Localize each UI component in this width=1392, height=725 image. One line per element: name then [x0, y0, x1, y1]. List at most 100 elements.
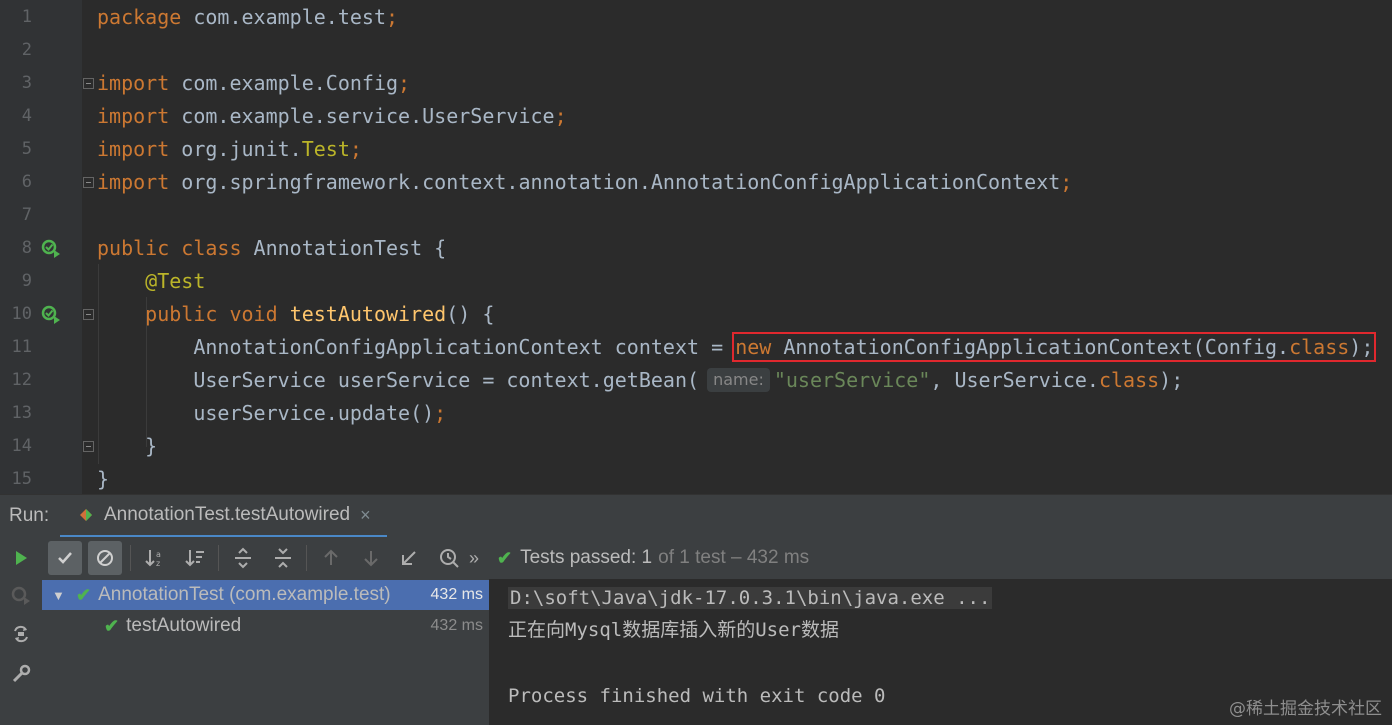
- play-icon: [16, 551, 27, 565]
- fold-toggle-icon[interactable]: [83, 441, 94, 452]
- run-test-gutter-icon[interactable]: [40, 304, 62, 326]
- toggle-auto-test-button[interactable]: [8, 623, 34, 649]
- test-class-icon: [80, 509, 92, 521]
- line-number: 12: [11, 370, 32, 390]
- run-panel-header: Run: AnnotationTest.testAutowired ×: [0, 494, 1392, 538]
- code-text: package com.example.test;: [97, 5, 399, 29]
- sort-by-duration-button[interactable]: [178, 541, 212, 575]
- console-line: 正在向Mysql数据库插入新的User数据: [508, 619, 839, 641]
- code-line-7[interactable]: 7: [0, 199, 1392, 232]
- previous-failed-test-button[interactable]: [314, 541, 348, 575]
- fold-toggle-icon[interactable]: [83, 309, 94, 320]
- code-line-11[interactable]: 11 AnnotationConfigApplicationContext co…: [0, 331, 1392, 364]
- code-line-15[interactable]: 15 }: [0, 463, 1392, 494]
- tree-item-duration: 432 ms: [430, 617, 483, 634]
- more-actions-button[interactable]: »: [462, 541, 486, 575]
- run-tab[interactable]: AnnotationTest.testAutowired ×: [60, 495, 387, 538]
- code-line-13[interactable]: 13 userService.update();: [0, 397, 1392, 430]
- show-passed-button[interactable]: [48, 541, 82, 575]
- code-line-5[interactable]: 5 import org.junit.Test;: [0, 133, 1392, 166]
- line-number: 1: [21, 7, 32, 27]
- code-line-6[interactable]: 6 import org.springframework.context.ann…: [0, 166, 1392, 199]
- line-number: 6: [21, 172, 32, 192]
- sort-alphabetically-button[interactable]: az: [138, 541, 172, 575]
- rerun-failed-icon: [11, 586, 30, 605]
- toolbar-separator: [130, 545, 131, 571]
- auto-test-icon: [14, 625, 28, 643]
- code-line-9[interactable]: 9 @Test: [0, 265, 1392, 298]
- show-ignored-button[interactable]: [88, 541, 122, 575]
- code-line-4[interactable]: 4 import com.example.service.UserService…: [0, 100, 1392, 133]
- close-icon[interactable]: ×: [360, 505, 371, 526]
- more-icon: »: [468, 547, 479, 568]
- watermark: @稀土掘金技术社区: [1229, 699, 1382, 719]
- code-text: public void testAutowired() {: [145, 302, 495, 326]
- code-text: import org.springframework.context.annot…: [97, 170, 1073, 194]
- run-test-gutter-icon[interactable]: [40, 238, 62, 260]
- line-number: 5: [21, 139, 32, 159]
- settings-button[interactable]: [8, 663, 34, 689]
- sort-alpha-icon: az: [145, 550, 161, 568]
- code-line-14[interactable]: 14 }: [0, 430, 1392, 463]
- tree-item-label: AnnotationTest (com.example.test): [98, 584, 391, 605]
- check-icon: ✔: [497, 548, 513, 568]
- tree-item-test-method[interactable]: ✔ testAutowired 432 ms: [42, 611, 489, 641]
- rerun-button[interactable]: [4, 541, 38, 575]
- rerun-failed-button[interactable]: [8, 585, 34, 611]
- run-tab-title: AnnotationTest.testAutowired: [104, 504, 351, 525]
- arrow-up-icon: [324, 549, 338, 565]
- highlight-box: new AnnotationConfigApplicationContext(C…: [732, 332, 1377, 362]
- code-text: import com.example.service.UserService;: [97, 104, 567, 128]
- import-tests-button[interactable]: [392, 541, 426, 575]
- collapse-all-button[interactable]: [266, 541, 300, 575]
- code-line-3[interactable]: 3 import com.example.Config;: [0, 67, 1392, 100]
- expand-all-icon: [235, 547, 251, 569]
- status-main: Tests passed:: [520, 547, 637, 568]
- console-line: Process finished with exit code 0: [508, 685, 886, 707]
- check-icon: [58, 552, 72, 564]
- line-number: 2: [21, 40, 32, 60]
- tree-item-test-class[interactable]: ▼ ✔ AnnotationTest (com.example.test) 43…: [42, 580, 489, 610]
- line-number: 4: [21, 106, 32, 126]
- collapse-all-icon: [275, 548, 291, 568]
- line-number: 10: [11, 304, 32, 324]
- code-text: public class AnnotationTest {: [97, 236, 447, 260]
- svg-text:a: a: [156, 550, 161, 559]
- line-number: 8: [21, 238, 32, 258]
- code-line-2[interactable]: 2: [0, 34, 1392, 67]
- code-text: }: [97, 467, 110, 491]
- test-history-button[interactable]: [432, 541, 466, 575]
- run-label: Run:: [9, 505, 50, 526]
- run-side-toolbar: [0, 579, 42, 725]
- line-number: 9: [21, 271, 32, 291]
- code-editor[interactable]: 1 package com.example.test; 2 3 import c…: [0, 0, 1392, 494]
- fold-toggle-icon[interactable]: [83, 78, 94, 89]
- expand-all-button[interactable]: [226, 541, 260, 575]
- code-line-1[interactable]: 1 package com.example.test;: [0, 1, 1392, 34]
- next-failed-test-button[interactable]: [354, 541, 388, 575]
- code-line-8[interactable]: 8 public class AnnotationTest {: [0, 232, 1392, 265]
- code-line-10[interactable]: 10 public void testAutowired() {: [0, 298, 1392, 331]
- test-results-tree[interactable]: ▼ ✔ AnnotationTest (com.example.test) 43…: [42, 579, 489, 725]
- code-text: userService.update();: [193, 401, 447, 425]
- code-text: @Test: [145, 269, 206, 293]
- svg-text:z: z: [156, 559, 160, 568]
- chevron-down-icon[interactable]: ▼: [52, 588, 66, 603]
- line-number: 15: [11, 469, 32, 489]
- check-icon: ✔: [104, 615, 120, 636]
- check-icon: ✔: [76, 584, 92, 605]
- ignored-icon: [97, 550, 113, 566]
- run-toolbar: az » ✔ Tests passed: 1 of 1 test – 432 m…: [0, 537, 1392, 579]
- code-line-12[interactable]: 12 UserService userService = context.get…: [0, 364, 1392, 397]
- line-number: 3: [21, 73, 32, 93]
- code-text: import org.junit.Test;: [97, 137, 362, 161]
- tree-item-label: testAutowired: [126, 615, 242, 636]
- sort-duration-icon: [185, 550, 204, 567]
- line-number: 11: [11, 337, 32, 357]
- fold-toggle-icon[interactable]: [83, 177, 94, 188]
- wrench-icon: [12, 664, 31, 683]
- code-text: UserService userService = context.getBea…: [193, 368, 1184, 392]
- code-text: AnnotationConfigApplicationContext conte…: [193, 332, 1377, 362]
- parameter-hint: name:: [707, 368, 770, 392]
- code-text: }: [145, 434, 158, 458]
